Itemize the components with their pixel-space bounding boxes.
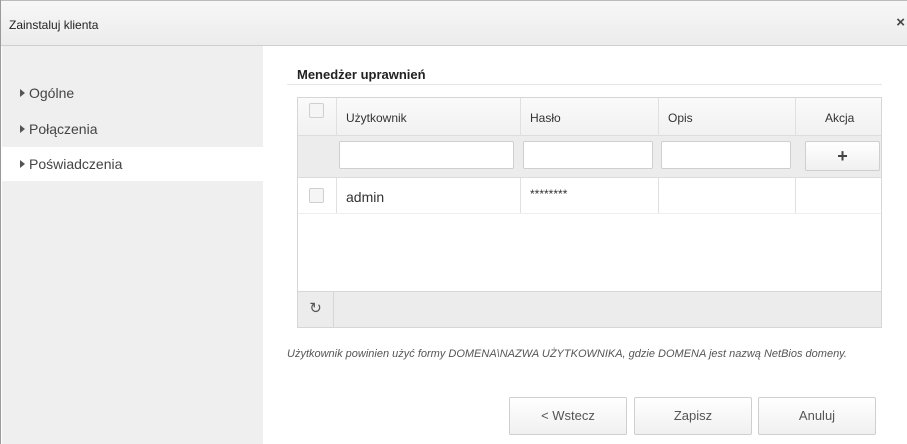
sidebar: Ogólne Połączenia Poświadczenia — [2, 46, 263, 444]
sidebar-item-general[interactable]: Ogólne — [2, 76, 263, 110]
sidebar-item-credentials[interactable]: Poświadczenia — [2, 147, 263, 181]
install-client-dialog: Zainstaluj klienta × Ogólne Połączenia P… — [0, 0, 907, 444]
close-icon[interactable]: × — [896, 14, 905, 31]
column-separator — [658, 178, 659, 213]
description-filter-input[interactable] — [661, 141, 791, 169]
column-separator — [658, 98, 659, 136]
refresh-icon: ↻ — [309, 300, 322, 317]
credentials-grid: Użytkownik Hasło Opis Akcja + admin ****… — [297, 97, 882, 328]
table-row[interactable]: admin ******** — [298, 178, 881, 214]
back-button[interactable]: < Wstecz — [509, 397, 627, 435]
sidebar-item-label: Poświadczenia — [29, 156, 123, 172]
sidebar-item-connections[interactable]: Połączenia — [2, 112, 263, 146]
username-format-hint: Użytkownik powinien użyć formy DOMENA\NA… — [287, 348, 847, 360]
column-header-user[interactable]: Użytkownik — [346, 111, 407, 125]
caret-right-icon — [20, 89, 25, 97]
column-separator — [336, 98, 337, 136]
refresh-button[interactable]: ↻ — [298, 292, 334, 327]
dialog-title: Zainstaluj klienta — [9, 18, 99, 32]
column-header-action: Akcja — [825, 111, 855, 125]
column-separator — [795, 98, 796, 136]
section-divider — [287, 84, 882, 85]
column-header-password[interactable]: Hasło — [530, 111, 561, 125]
column-separator — [520, 98, 521, 136]
filter-row: + — [298, 136, 881, 178]
section-title: Menedżer uprawnień — [297, 67, 426, 82]
password-filter-input[interactable] — [523, 141, 653, 169]
grid-header: Użytkownik Hasło Opis Akcja — [298, 98, 881, 136]
column-separator — [336, 178, 337, 213]
password-cell: ******** — [530, 187, 568, 201]
grid-footer: ↻ — [298, 291, 881, 327]
dialog-titlebar: Zainstaluj klienta × — [1, 0, 907, 46]
column-separator — [795, 178, 796, 213]
plus-icon: + — [837, 146, 848, 166]
caret-right-icon — [20, 160, 25, 168]
user-cell: admin — [346, 189, 385, 205]
sidebar-item-label: Połączenia — [29, 121, 98, 137]
select-all-checkbox[interactable] — [309, 103, 324, 118]
row-checkbox[interactable] — [309, 188, 324, 203]
user-filter-input[interactable] — [339, 141, 514, 169]
sidebar-item-label: Ogólne — [29, 85, 75, 101]
cancel-button[interactable]: Anuluj — [758, 397, 876, 435]
column-header-description[interactable]: Opis — [668, 111, 693, 125]
column-separator — [520, 178, 521, 213]
save-button[interactable]: Zapisz — [634, 397, 752, 435]
add-user-button[interactable]: + — [805, 141, 880, 171]
caret-right-icon — [20, 125, 25, 133]
